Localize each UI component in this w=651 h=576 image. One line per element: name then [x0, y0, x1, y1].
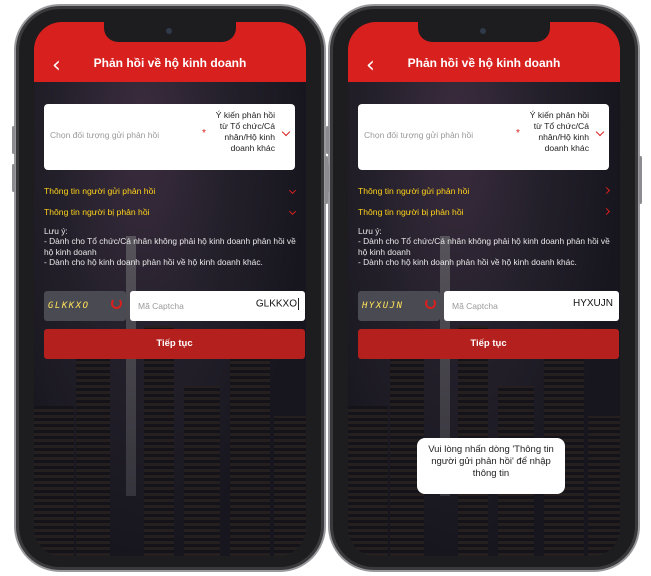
chevron-down-icon[interactable]: [595, 127, 605, 137]
captcha-placeholder: Mã Captcha: [138, 301, 184, 311]
background-dim: [34, 22, 306, 556]
sender-info-row[interactable]: Thông tin người gửi phản hồi: [358, 186, 613, 200]
reported-info-row[interactable]: Thông tin người bị phản hồi: [44, 207, 299, 221]
select-value: Ý kiến phản hồi từ Tổ chức/Cá nhân/Hộ ki…: [215, 110, 275, 153]
notch: [104, 22, 236, 42]
camera-icon: [480, 28, 486, 34]
volume-button: [326, 126, 329, 154]
phone-frame-left: ‹ Phản hồi về hộ kinh doanh Chọn đối tượ…: [12, 4, 328, 572]
refresh-icon[interactable]: [111, 298, 122, 309]
reported-info-label: Thông tin người bị phản hồi: [44, 207, 150, 217]
continue-button[interactable]: Tiếp tục: [44, 329, 305, 359]
note-heading: Lưu ý:: [358, 226, 382, 236]
note-block: Lưu ý: - Dành cho Tổ chức/Cá nhân không …: [44, 226, 302, 267]
captcha-code: HYXUJN: [362, 301, 404, 311]
chevron-down-icon[interactable]: [281, 127, 291, 137]
captcha-value: HYXUJN: [572, 298, 613, 309]
camera-icon: [166, 28, 172, 34]
required-mark: *: [516, 128, 520, 139]
note-heading: Lưu ý:: [44, 226, 68, 236]
chevron-right-icon: [602, 207, 611, 216]
note-block: Lưu ý: - Dành cho Tổ chức/Cá nhân không …: [358, 226, 616, 267]
captcha-input[interactable]: Mã Captcha HYXUJN: [444, 291, 619, 321]
select-label: Chọn đối tượng gửi phản hồi: [50, 130, 160, 140]
captcha-value: GLKKXO: [256, 298, 299, 310]
note-line: - Dành cho hộ kinh doanh phản hồi về hộ …: [44, 256, 263, 267]
notch: [418, 22, 550, 42]
chevron-down-icon: [288, 186, 297, 195]
captcha-input[interactable]: Mã Captcha GLKKXO: [130, 291, 305, 321]
captcha-value-text: GLKKXO: [255, 298, 297, 310]
chevron-right-icon: [602, 186, 611, 195]
volume-button: [12, 126, 15, 154]
sender-type-select[interactable]: Chọn đối tượng gửi phản hồi * Ý kiến phả…: [358, 104, 609, 170]
note-line: - Dành cho hộ kinh doanh phản hồi về hộ …: [358, 256, 577, 267]
volume-button: [12, 164, 15, 192]
note-line: - Dành cho Tổ chức/Cá nhân không phải hộ…: [358, 236, 610, 257]
select-label: Chọn đối tượng gửi phản hồi: [364, 130, 474, 140]
chevron-down-icon: [288, 207, 297, 216]
app-screen: ‹ Phản hồi về hộ kinh doanh Chọn đối tượ…: [34, 22, 306, 556]
sender-info-row[interactable]: Thông tin người gửi phản hồi: [44, 186, 299, 200]
text-cursor: [298, 298, 299, 310]
phone-frame-right: ‹ Phản hồi về hộ kinh doanh Chọn đối tượ…: [326, 4, 642, 572]
volume-button: [326, 164, 329, 192]
refresh-icon[interactable]: [425, 298, 436, 309]
sender-info-label: Thông tin người gửi phản hồi: [44, 186, 156, 196]
toast-message: Vui lòng nhấn dòng 'Thông tin người gửi …: [417, 438, 565, 494]
captcha-image: HYXUJN: [358, 291, 440, 321]
reported-info-row[interactable]: Thông tin người bị phản hồi: [358, 207, 613, 221]
page-title: Phản hồi về hộ kinh doanh: [93, 56, 247, 70]
select-value: Ý kiến phản hồi từ Tổ chức/Cá nhân/Hộ ki…: [529, 110, 589, 153]
note-line: - Dành cho Tổ chức/Cá nhân không phải hộ…: [44, 236, 296, 257]
page-title: Phản hồi về hộ kinh doanh: [407, 56, 561, 70]
captcha-code: GLKKXO: [48, 301, 90, 311]
app-screen: ‹ Phản hồi về hộ kinh doanh Chọn đối tượ…: [348, 22, 620, 556]
continue-button[interactable]: Tiếp tục: [358, 329, 619, 359]
sender-type-select[interactable]: Chọn đối tượng gửi phản hồi * Ý kiến phả…: [44, 104, 295, 170]
sender-info-label: Thông tin người gửi phản hồi: [358, 186, 470, 196]
captcha-placeholder: Mã Captcha: [452, 301, 498, 311]
required-mark: *: [202, 128, 206, 139]
reported-info-label: Thông tin người bị phản hồi: [358, 207, 464, 217]
captcha-image: GLKKXO: [44, 291, 126, 321]
power-button: [639, 156, 642, 204]
